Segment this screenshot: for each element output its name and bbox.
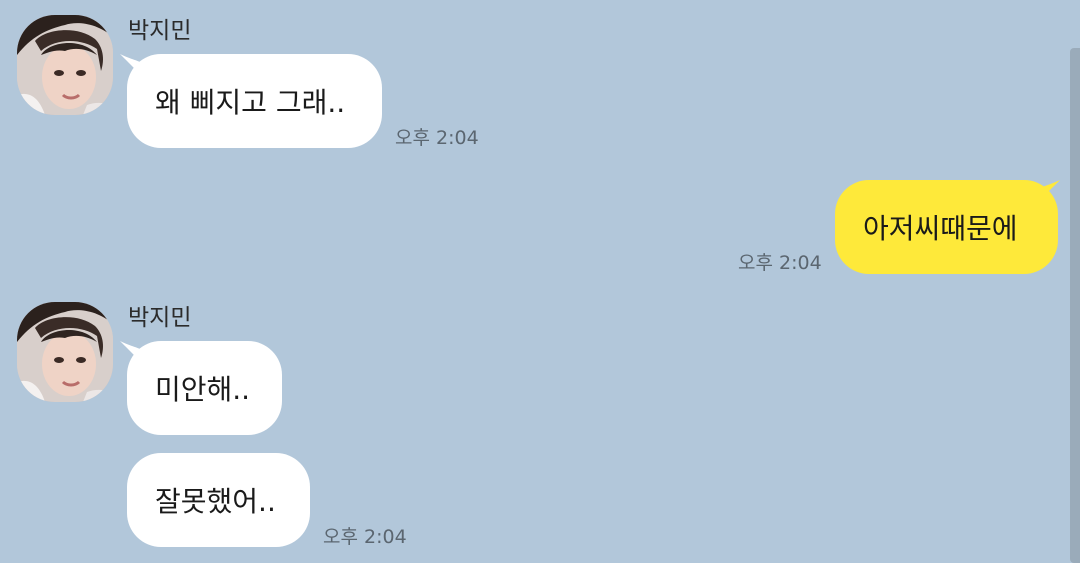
message-text: 잘못했어..: [155, 485, 276, 518]
incoming-message-bubble[interactable]: 잘못했어..: [127, 453, 310, 547]
incoming-message-bubble[interactable]: 왜 삐지고 그래..: [127, 54, 382, 148]
message-timestamp: 오후 2:04: [323, 526, 407, 548]
chat-area[interactable]: 박지민 왜 삐지고 그래.. 오후 2:04 아저씨때문에 오후 2:04 박지…: [0, 0, 1080, 563]
message-timestamp: 오후 2:04: [738, 252, 822, 274]
sender-name: 박지민: [128, 305, 192, 331]
message-text: 왜 삐지고 그래..: [155, 86, 346, 119]
scrollbar[interactable]: [1070, 48, 1080, 563]
incoming-message-bubble[interactable]: 미안해..: [127, 341, 282, 435]
message-timestamp: 오후 2:04: [395, 127, 479, 149]
sender-name: 박지민: [128, 18, 192, 44]
outgoing-message-bubble[interactable]: 아저씨때문에: [835, 180, 1058, 274]
sender-avatar[interactable]: [17, 15, 113, 115]
sender-avatar[interactable]: [17, 302, 113, 402]
avatar-photo-icon: [17, 302, 113, 402]
message-text: 아저씨때문에: [863, 212, 1018, 245]
message-text: 미안해..: [155, 373, 251, 406]
avatar-photo-icon: [17, 15, 113, 115]
